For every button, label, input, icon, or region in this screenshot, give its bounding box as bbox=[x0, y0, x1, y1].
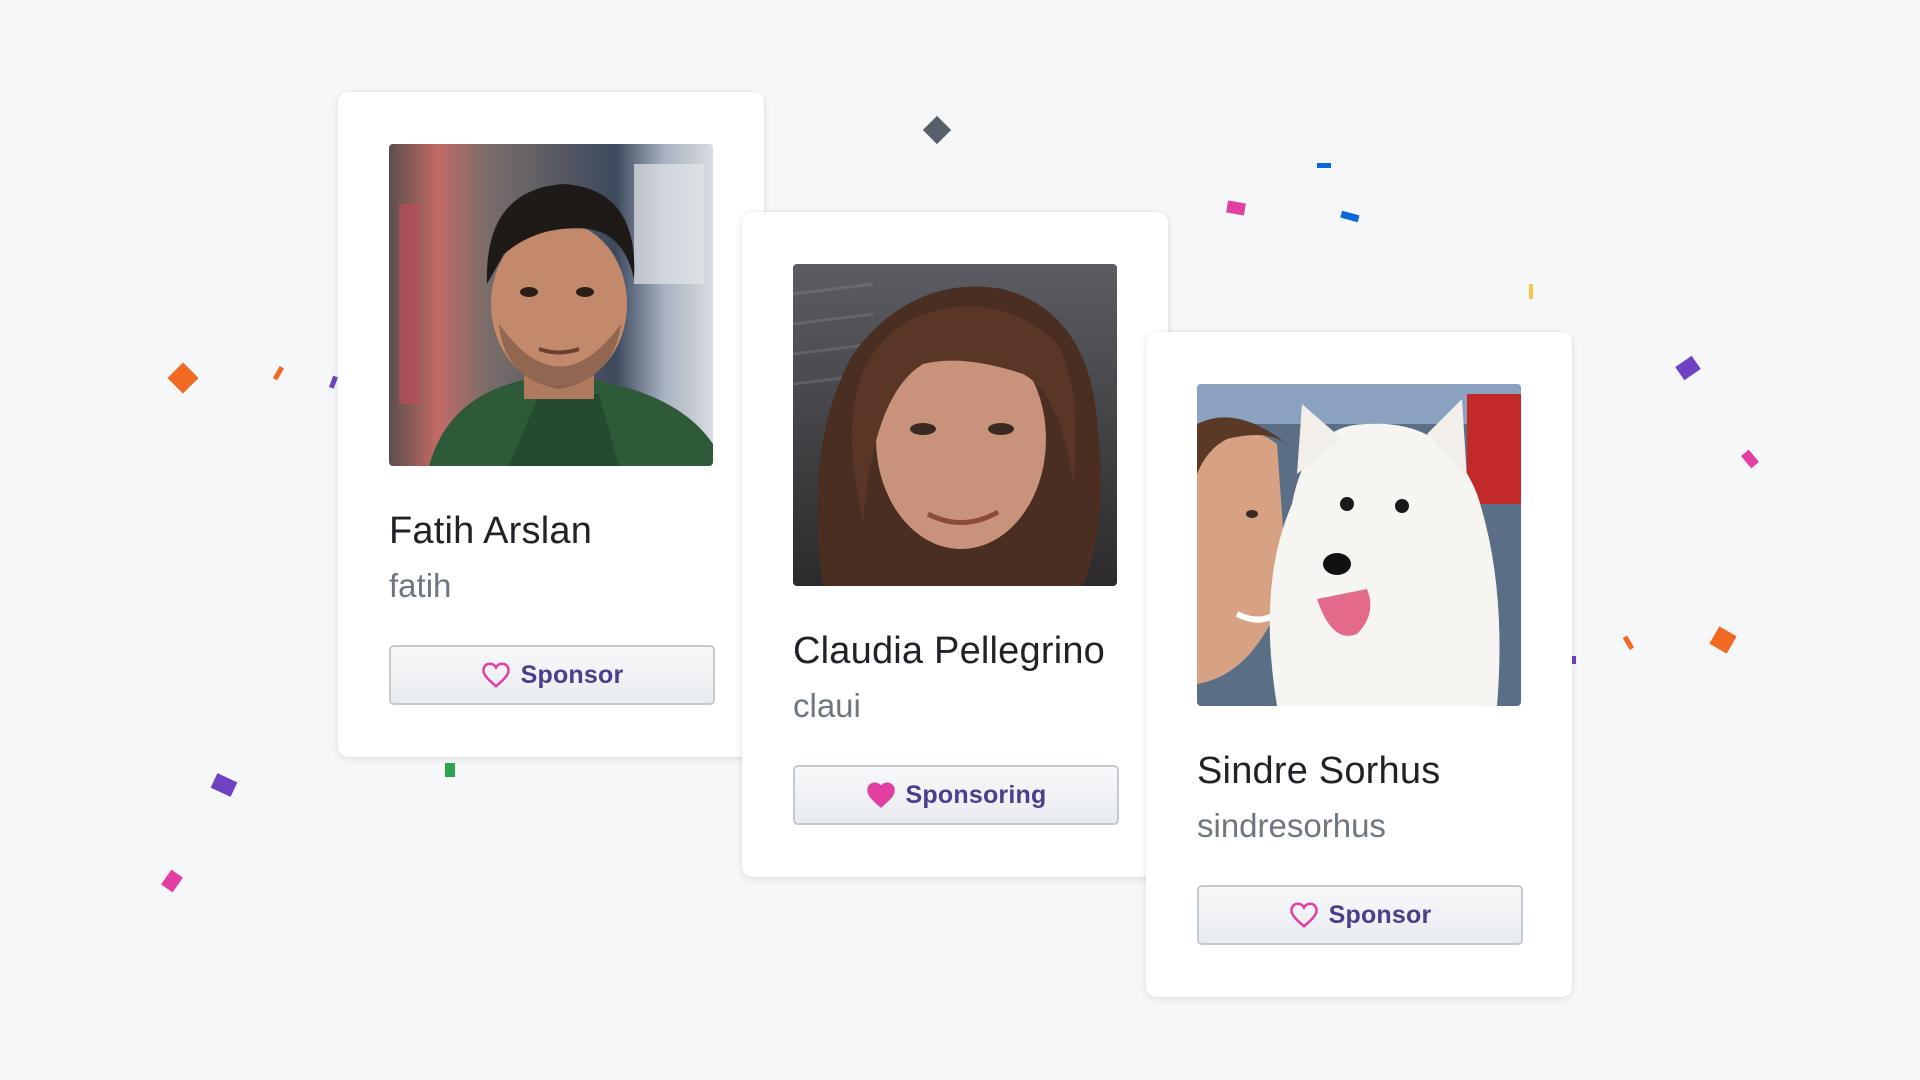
sponsor-button-label: Sponsor bbox=[520, 660, 624, 689]
heart-outline-icon bbox=[1289, 901, 1319, 929]
avatar-photo bbox=[389, 144, 713, 466]
sponsor-button[interactable]: Sponsor bbox=[1197, 885, 1523, 945]
sponsor-name: Claudia Pellegrino bbox=[793, 630, 1106, 672]
avatar[interactable] bbox=[793, 264, 1117, 586]
avatar-photo bbox=[793, 264, 1117, 586]
sponsor-handle[interactable]: fatih bbox=[389, 567, 713, 605]
avatar-photo bbox=[1197, 384, 1521, 706]
sponsor-name: Sindre Sorhus bbox=[1197, 750, 1441, 792]
sponsor-handle[interactable]: claui bbox=[793, 687, 1117, 725]
sponsor-button[interactable]: Sponsor bbox=[389, 645, 715, 705]
sponsor-card-fatih: Fatih Arslan fatih Sponsor bbox=[338, 92, 764, 757]
sponsor-handle[interactable]: sindresorhus bbox=[1197, 807, 1521, 845]
sponsors-showcase: Fatih Arslan fatih Sponsor Claudia Pelle… bbox=[0, 0, 1920, 1080]
avatar[interactable] bbox=[389, 144, 713, 466]
heart-filled-icon bbox=[866, 781, 896, 809]
sponsor-card-claui: Claudia Pellegrino claui Sponsoring bbox=[742, 212, 1168, 877]
sponsoring-button[interactable]: Sponsoring bbox=[793, 765, 1119, 825]
sponsor-name: Fatih Arslan bbox=[389, 510, 593, 552]
sponsoring-button-label: Sponsoring bbox=[905, 780, 1047, 809]
heart-outline-icon bbox=[481, 661, 511, 689]
sponsor-button-label: Sponsor bbox=[1328, 900, 1432, 929]
sponsor-card-sindresorhus: Sindre Sorhus sindresorhus Sponsor bbox=[1146, 332, 1572, 997]
avatar[interactable] bbox=[1197, 384, 1521, 706]
